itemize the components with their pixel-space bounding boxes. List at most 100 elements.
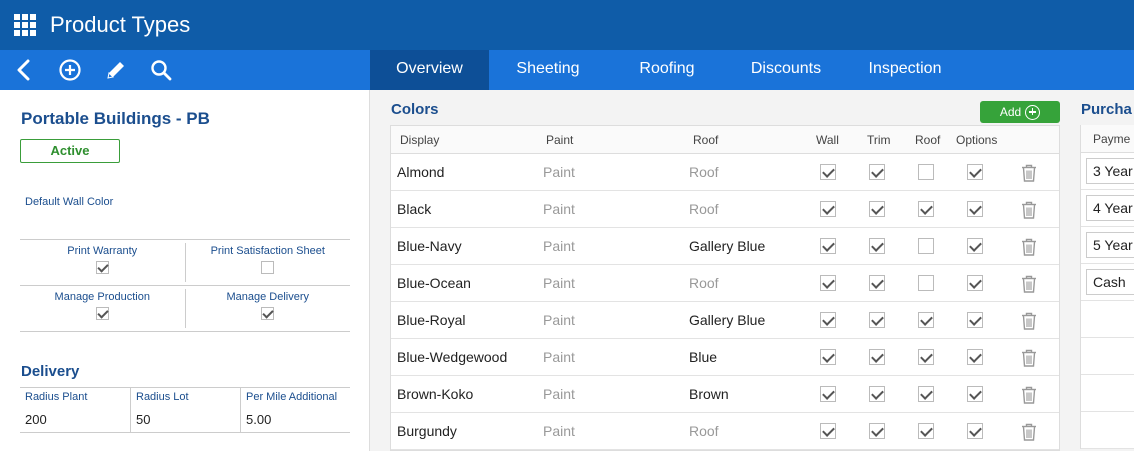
trash-icon[interactable] <box>1021 238 1037 261</box>
manage-delivery-checkbox[interactable] <box>261 307 275 320</box>
trash-icon[interactable] <box>1021 386 1037 409</box>
color-row[interactable]: Black Paint Roof <box>391 191 1059 228</box>
trim-checkbox[interactable] <box>869 386 885 402</box>
color-row[interactable]: Blue-Wedgewood Paint Blue <box>391 339 1059 376</box>
trim-checkbox[interactable] <box>869 201 885 217</box>
radius-plant-value[interactable]: 200 <box>25 412 47 427</box>
options-checkbox[interactable] <box>967 164 983 180</box>
roof-checkbox[interactable] <box>918 349 934 365</box>
colors-table-body: Almond Paint Roof Black Paint Roof Blue-Navy Pa… <box>391 154 1059 450</box>
color-roof-value[interactable]: Gallery Blue <box>689 312 765 328</box>
color-paint-value[interactable]: Paint <box>543 201 575 217</box>
trash-icon[interactable] <box>1021 201 1037 224</box>
options-checkbox[interactable] <box>967 238 983 254</box>
add-color-button[interactable]: Add <box>980 101 1060 123</box>
color-roof-value[interactable]: Gallery Blue <box>689 238 765 254</box>
roof-checkbox[interactable] <box>918 386 934 402</box>
roof-checkbox[interactable] <box>918 201 934 217</box>
color-row[interactable]: Blue-Royal Paint Gallery Blue <box>391 302 1059 339</box>
trash-icon[interactable] <box>1021 349 1037 372</box>
print-satisfaction-option: Print Satisfaction Sheet <box>186 240 351 285</box>
color-paint-value[interactable]: Paint <box>543 423 575 439</box>
radius-plant-field[interactable]: Radius Plant 200 <box>20 388 131 432</box>
color-paint-value[interactable]: Paint <box>543 238 575 254</box>
tab-roofing[interactable]: Roofing <box>616 50 718 90</box>
colors-table-header: Display Paint Roof Wall Trim Roof Option… <box>391 126 1059 154</box>
product-type-title: Portable Buildings - PB <box>21 109 210 128</box>
options-checkbox[interactable] <box>967 201 983 217</box>
color-row[interactable]: Blue-Navy Paint Gallery Blue <box>391 228 1059 265</box>
wall-checkbox[interactable] <box>820 423 836 439</box>
search-icon[interactable] <box>148 57 174 83</box>
back-icon[interactable] <box>11 57 37 83</box>
color-row[interactable]: Burgundy Paint Roof <box>391 413 1059 450</box>
payment-option-select[interactable]: Cash <box>1086 269 1134 295</box>
radius-lot-field[interactable]: Radius Lot 50 <box>131 388 241 432</box>
color-row[interactable]: Brown-Koko Paint Brown <box>391 376 1059 413</box>
header-wall: Wall <box>816 133 839 147</box>
color-roof-value[interactable]: Brown <box>689 386 729 402</box>
tab-discounts[interactable]: Discounts <box>736 50 836 90</box>
wall-checkbox[interactable] <box>820 201 836 217</box>
roof-checkbox[interactable] <box>918 312 934 328</box>
trash-icon[interactable] <box>1021 164 1037 187</box>
color-paint-value[interactable]: Paint <box>543 164 575 180</box>
trim-checkbox[interactable] <box>869 312 885 328</box>
payment-row: 5 Year <box>1081 227 1134 264</box>
color-paint-value[interactable]: Paint <box>543 386 575 402</box>
edit-pencil-icon[interactable] <box>103 57 129 83</box>
colors-heading: Colors <box>391 101 439 118</box>
color-paint-value[interactable]: Paint <box>543 275 575 291</box>
trash-icon[interactable] <box>1021 312 1037 335</box>
color-roof-value[interactable]: Roof <box>689 201 719 217</box>
payment-option-select[interactable]: 4 Year <box>1086 195 1134 221</box>
options-checkbox[interactable] <box>967 386 983 402</box>
color-roof-value[interactable]: Blue <box>689 349 717 365</box>
radius-lot-label: Radius Lot <box>136 391 189 403</box>
manage-production-checkbox[interactable] <box>95 307 109 320</box>
trim-checkbox[interactable] <box>869 275 885 291</box>
radius-lot-value[interactable]: 50 <box>136 412 150 427</box>
per-mile-additional-value[interactable]: 5.00 <box>246 412 271 427</box>
color-paint-value[interactable]: Paint <box>543 312 575 328</box>
color-roof-value[interactable]: Roof <box>689 164 719 180</box>
tab-inspection[interactable]: Inspection <box>855 50 955 90</box>
print-satisfaction-checkbox[interactable] <box>261 261 275 274</box>
trim-checkbox[interactable] <box>869 423 885 439</box>
trash-icon[interactable] <box>1021 275 1037 298</box>
trim-checkbox[interactable] <box>869 349 885 365</box>
trim-checkbox[interactable] <box>869 164 885 180</box>
wall-checkbox[interactable] <box>820 164 836 180</box>
roof-checkbox[interactable] <box>918 275 934 291</box>
payment-option-select[interactable]: 3 Year <box>1086 158 1134 184</box>
wall-checkbox[interactable] <box>820 238 836 254</box>
status-badge[interactable]: Active <box>20 139 120 163</box>
options-checkbox[interactable] <box>967 423 983 439</box>
tab-sheeting[interactable]: Sheeting <box>498 50 598 90</box>
apps-grid-icon[interactable] <box>14 14 36 36</box>
delivery-fields: Radius Plant 200 Radius Lot 50 Per Mile … <box>20 387 350 433</box>
payment-option-select[interactable]: 5 Year <box>1086 232 1134 258</box>
roof-checkbox[interactable] <box>918 238 934 254</box>
options-checkbox[interactable] <box>967 275 983 291</box>
color-row[interactable]: Almond Paint Roof <box>391 154 1059 191</box>
wall-checkbox[interactable] <box>820 275 836 291</box>
wall-checkbox[interactable] <box>820 386 836 402</box>
color-roof-value[interactable]: Roof <box>689 423 719 439</box>
trash-icon[interactable] <box>1021 423 1037 446</box>
wall-checkbox[interactable] <box>820 312 836 328</box>
per-mile-additional-field[interactable]: Per Mile Additional 5.00 <box>241 388 350 432</box>
wall-checkbox[interactable] <box>820 349 836 365</box>
trim-checkbox[interactable] <box>869 238 885 254</box>
options-checkbox[interactable] <box>967 349 983 365</box>
default-wall-color-label: Default Wall Color <box>25 196 114 208</box>
color-row[interactable]: Blue-Ocean Paint Roof <box>391 265 1059 302</box>
add-circle-icon[interactable] <box>57 57 83 83</box>
options-checkbox[interactable] <box>967 312 983 328</box>
roof-checkbox[interactable] <box>918 164 934 180</box>
roof-checkbox[interactable] <box>918 423 934 439</box>
print-warranty-checkbox[interactable] <box>95 261 109 274</box>
tab-overview[interactable]: Overview <box>370 50 489 90</box>
color-roof-value[interactable]: Roof <box>689 275 719 291</box>
color-paint-value[interactable]: Paint <box>543 349 575 365</box>
